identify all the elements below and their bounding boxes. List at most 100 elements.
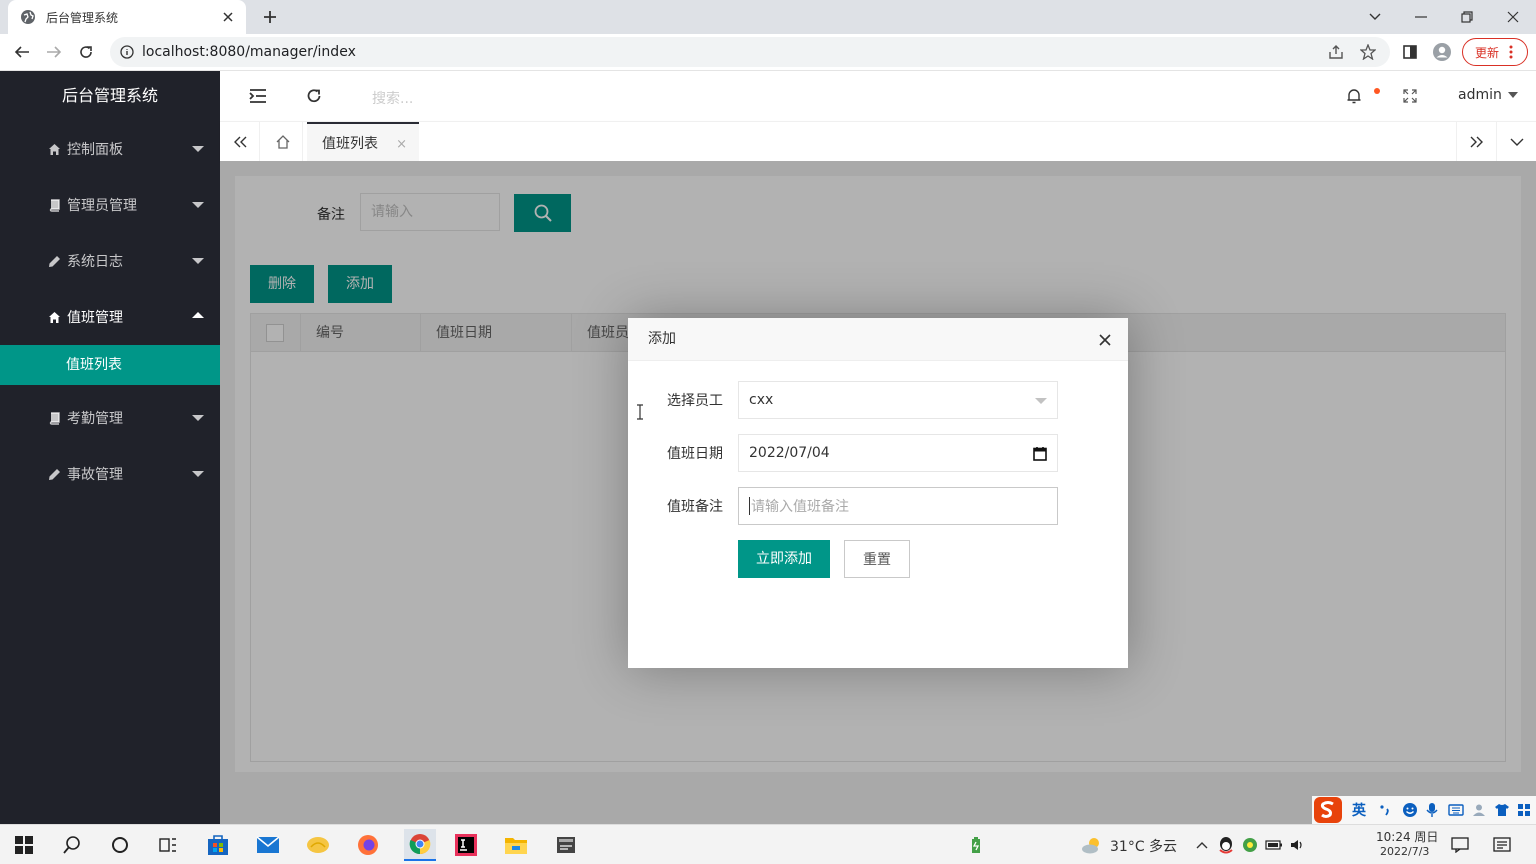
employee-select[interactable]: cxx bbox=[738, 381, 1058, 419]
tab-close-icon[interactable]: × bbox=[396, 137, 407, 152]
store-icon[interactable] bbox=[206, 833, 230, 857]
profile-icon[interactable] bbox=[1432, 42, 1452, 62]
sogou-icon[interactable] bbox=[1314, 797, 1342, 823]
share-icon[interactable] bbox=[1328, 44, 1344, 60]
tab-duty-list[interactable]: 值班列表 × bbox=[307, 122, 419, 162]
notes-app-icon[interactable] bbox=[306, 833, 330, 857]
wechat-icon[interactable] bbox=[1238, 833, 1262, 857]
tray-expand-icon[interactable] bbox=[1190, 833, 1214, 857]
grid-icon[interactable] bbox=[1518, 804, 1530, 816]
intellij-icon[interactable] bbox=[454, 833, 478, 857]
search-icon[interactable] bbox=[60, 833, 84, 857]
forward-icon[interactable] bbox=[44, 42, 64, 62]
refresh-icon[interactable] bbox=[304, 86, 324, 106]
keyboard-icon[interactable] bbox=[1448, 804, 1464, 816]
sidebar-item-label: 系统日志 bbox=[67, 254, 123, 270]
sidebar-item-admins[interactable]: 管理员管理 bbox=[0, 177, 220, 233]
windows-start-icon[interactable] bbox=[12, 833, 36, 857]
clock-time[interactable]: 10:24 周日 bbox=[1376, 828, 1438, 845]
ime-language[interactable]: 英 bbox=[1352, 800, 1366, 820]
book-icon bbox=[48, 411, 61, 425]
user-menu[interactable]: admin bbox=[1458, 87, 1518, 103]
notification-center-icon[interactable] bbox=[1490, 833, 1514, 857]
home-icon bbox=[48, 311, 61, 324]
task-view-icon[interactable] bbox=[156, 833, 180, 857]
browser-tab-strip: 后台管理系统 bbox=[0, 0, 1536, 34]
window-close-icon[interactable] bbox=[1502, 6, 1524, 28]
caret-up-icon bbox=[192, 312, 204, 318]
page-tabs-bar: 值班列表 × bbox=[220, 121, 1536, 162]
sidebar: 后台管理系统 控制面板 管理员管理 系统日志 值班管理 值班列表 考勤管理 事故… bbox=[0, 71, 220, 824]
sidebar-item-label: 考勤管理 bbox=[67, 411, 123, 427]
star-icon[interactable] bbox=[1360, 44, 1376, 60]
tab-search-icon[interactable] bbox=[1364, 6, 1386, 28]
microphone-icon[interactable] bbox=[1426, 802, 1438, 818]
clock-date[interactable]: 2022/7/3 bbox=[1380, 845, 1429, 858]
tabs-next-icon[interactable] bbox=[1456, 122, 1496, 162]
update-button[interactable]: 更新 bbox=[1462, 38, 1528, 66]
close-icon[interactable] bbox=[1098, 333, 1112, 347]
ime-toolbar: 英 bbox=[1312, 796, 1536, 824]
chrome-icon[interactable] bbox=[404, 829, 436, 861]
tabs-prev-icon[interactable] bbox=[220, 122, 260, 162]
bell-icon[interactable] bbox=[1344, 86, 1364, 106]
note-label: 值班备注 bbox=[667, 499, 723, 515]
sidebar-item-accident[interactable]: 事故管理 bbox=[0, 446, 220, 502]
browser-toolbar: localhost:8080/manager/index 更新 bbox=[0, 34, 1536, 71]
info-icon[interactable] bbox=[120, 45, 134, 59]
sidebar-item-label: 事故管理 bbox=[67, 467, 123, 483]
globe-icon bbox=[20, 9, 36, 25]
sidebar-item-attendance[interactable]: 考勤管理 bbox=[0, 390, 220, 446]
update-label: 更新 bbox=[1475, 45, 1500, 60]
weather-text[interactable]: 31°C 多云 bbox=[1110, 836, 1177, 856]
battery-icon[interactable] bbox=[1262, 833, 1286, 857]
sidebar-item-duty[interactable]: 值班管理 bbox=[0, 289, 220, 345]
volume-icon[interactable] bbox=[1286, 833, 1310, 857]
caret-down-icon bbox=[192, 415, 204, 421]
reload-icon[interactable] bbox=[76, 42, 96, 62]
close-icon[interactable] bbox=[220, 9, 236, 25]
sidebar-subitem-duty-list[interactable]: 值班列表 bbox=[0, 345, 220, 385]
pencil-icon bbox=[48, 468, 61, 481]
sidebar-item-dashboard[interactable]: 控制面板 bbox=[0, 121, 220, 177]
fullscreen-icon[interactable] bbox=[1400, 86, 1420, 106]
date-label: 值班日期 bbox=[667, 446, 723, 462]
employee-selected-value: cxx bbox=[749, 392, 774, 408]
sidebar-item-label: 控制面板 bbox=[67, 142, 123, 158]
restore-icon[interactable] bbox=[1456, 6, 1478, 28]
duty-date-input[interactable]: 2022/07/04 bbox=[738, 434, 1058, 472]
cortana-icon[interactable] bbox=[108, 833, 132, 857]
browser-tab[interactable]: 后台管理系统 bbox=[8, 0, 246, 34]
user-icon[interactable] bbox=[1472, 803, 1486, 817]
header-search-input[interactable]: 搜索... bbox=[372, 88, 413, 108]
reset-button[interactable]: 重置 bbox=[844, 540, 910, 578]
sidebar-item-syslog[interactable]: 系统日志 bbox=[0, 233, 220, 289]
submit-add-button[interactable]: 立即添加 bbox=[738, 540, 830, 578]
mail-icon[interactable] bbox=[256, 833, 280, 857]
punctuation-icon[interactable] bbox=[1378, 803, 1392, 817]
browser-tab-title: 后台管理系统 bbox=[46, 10, 119, 25]
duty-date-value: 2022/07/04 bbox=[749, 445, 830, 461]
more-vert-icon bbox=[1509, 45, 1513, 59]
menu-fold-icon[interactable] bbox=[248, 86, 268, 106]
back-icon[interactable] bbox=[12, 42, 32, 62]
emoji-icon[interactable] bbox=[1402, 802, 1418, 818]
url-text: localhost:8080/manager/index bbox=[142, 44, 356, 60]
sidebar-item-label: 管理员管理 bbox=[67, 198, 137, 214]
skin-icon[interactable] bbox=[1494, 803, 1510, 817]
minimize-icon[interactable] bbox=[1410, 6, 1432, 28]
tabs-dropdown-icon[interactable] bbox=[1496, 122, 1536, 162]
firefox-icon[interactable] bbox=[356, 833, 380, 857]
chat-icon[interactable] bbox=[1448, 833, 1472, 857]
new-tab-button[interactable] bbox=[260, 7, 280, 27]
calendar-icon[interactable] bbox=[1033, 446, 1047, 461]
home-tab-icon[interactable] bbox=[263, 122, 303, 162]
caret-down-icon bbox=[192, 202, 204, 208]
address-bar[interactable]: localhost:8080/manager/index bbox=[110, 37, 1390, 67]
duty-note-input[interactable]: 请输入值班备注 bbox=[738, 487, 1058, 525]
battery-app-icon[interactable] bbox=[964, 833, 988, 857]
file-explorer-icon[interactable] bbox=[504, 833, 528, 857]
app-icon[interactable] bbox=[554, 833, 578, 857]
side-panel-icon[interactable] bbox=[1400, 42, 1420, 62]
qq-icon[interactable] bbox=[1214, 833, 1238, 857]
